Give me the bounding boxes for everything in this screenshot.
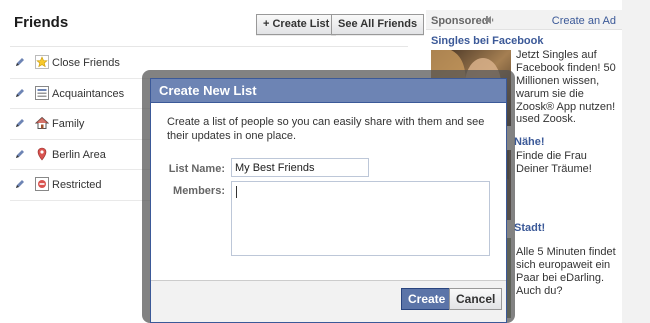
- ad-text: Alle 5 Minuten findet sich europaweit ei…: [516, 246, 616, 297]
- list-item-label: Restricted: [52, 179, 102, 191]
- ad-title-fragment[interactable]: Nähe!: [514, 136, 545, 148]
- create-ad-link[interactable]: Create an Ad: [552, 15, 616, 27]
- ad-text: Finde die Frau Deiner Träume!: [516, 150, 592, 175]
- list-name-label: List Name:: [168, 163, 225, 175]
- pencil-icon[interactable]: [14, 117, 26, 129]
- create-list-dialog: Create New List Create a list of people …: [150, 78, 507, 323]
- cancel-button[interactable]: Cancel: [449, 288, 503, 310]
- see-all-friends-button[interactable]: See All Friends: [331, 14, 425, 35]
- text-caret: [236, 186, 237, 198]
- restricted-icon: [35, 177, 49, 191]
- list-item-label: Berlin Area: [52, 148, 106, 161]
- create-list-button[interactable]: + Create List: [256, 14, 337, 35]
- star-icon: [35, 55, 49, 69]
- sponsored-header: Sponsored Create an Ad: [426, 10, 622, 30]
- page-gutter: [622, 0, 650, 323]
- create-button[interactable]: Create: [401, 288, 453, 310]
- megaphone-icon: [485, 16, 494, 24]
- ad-extra-text: used Zoosk.: [516, 113, 576, 125]
- list-name-input[interactable]: [231, 158, 369, 177]
- list-item-label: Close Friends: [52, 57, 120, 69]
- pencil-icon[interactable]: [14, 56, 26, 68]
- pencil-icon[interactable]: [14, 87, 26, 99]
- ad-title[interactable]: Singles bei Facebook: [431, 35, 543, 47]
- house-icon: [35, 116, 49, 129]
- ad-text: Jetzt Singles auf Facebook finden! 50 Mi…: [516, 49, 616, 113]
- pencil-icon[interactable]: [14, 178, 26, 190]
- dialog-title: Create New List: [151, 79, 506, 103]
- acquaintances-icon: [35, 85, 49, 100]
- list-item-label: Family: [52, 118, 85, 130]
- members-label: Members:: [173, 185, 225, 197]
- ad-title-fragment[interactable]: Stadt!: [514, 222, 545, 234]
- members-input[interactable]: [231, 181, 490, 256]
- list-item-label: Acquaintances: [52, 87, 125, 100]
- location-pin-icon: [37, 147, 47, 160]
- dialog-description: Create a list of people so you can easil…: [167, 116, 485, 142]
- page-title: Friends: [14, 14, 69, 31]
- dialog-footer: Create Cancel: [151, 280, 506, 322]
- sponsored-label: Sponsored: [431, 15, 489, 27]
- pencil-icon[interactable]: [14, 148, 26, 160]
- header-divider: [10, 46, 408, 47]
